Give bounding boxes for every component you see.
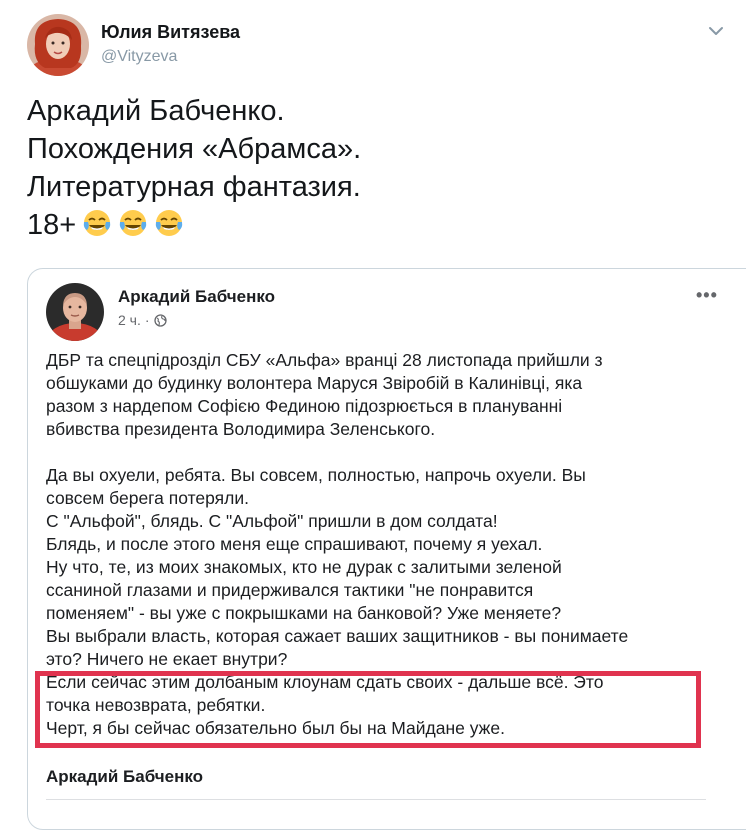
meta-separator: ·: [144, 312, 150, 328]
post-line: вбивства президента Володимира Зеленсько…: [46, 419, 436, 439]
quoted-footer-author[interactable]: Аркадий Бабченко: [46, 767, 203, 787]
post-line: совсем берега потеряли.: [46, 488, 250, 508]
post-line: обшуками до будинку волонтера Маруся Зві…: [46, 373, 583, 393]
quoted-author-name[interactable]: Аркадий Бабченко: [118, 287, 275, 307]
tweet-text-line: Похождения «Абрамса».: [27, 133, 362, 165]
tweet-text: Аркадий Бабченко. Похождения «Абрамса». …: [27, 92, 717, 244]
post-meta: 2 ч. ·: [118, 312, 167, 328]
post-line: это? Ничего не екает внутри?: [46, 649, 288, 669]
post-line: Ну что, те, из моих знакомых, кто не дур…: [46, 557, 562, 577]
tweet-header: Юлия Витязева @Vityzeva: [27, 14, 727, 76]
avatar-photo-icon: [27, 14, 89, 76]
chevron-down-icon[interactable]: [705, 20, 727, 42]
globe-icon: [153, 313, 167, 327]
user-avatar[interactable]: [27, 14, 89, 76]
author-handle[interactable]: @Vityzeva: [101, 48, 177, 66]
tweet-text-line-with-emoji: 18+: [27, 206, 717, 244]
divider: [46, 799, 706, 800]
avatar-photo-icon: [46, 283, 104, 341]
highlight-annotation-box: [35, 671, 701, 748]
face-with-tears-of-joy-icon: [120, 210, 147, 236]
post-line: Блядь, и после этого меня еще спрашивают…: [46, 534, 543, 554]
post-line: Вы выбрали власть, которая сажает ваших …: [46, 626, 629, 646]
post-line: С "Альфой", блядь. С "Альфой" пришли в д…: [46, 511, 498, 531]
quoted-author-avatar[interactable]: [46, 283, 104, 341]
post-line: ДБР та спецпідрозділ СБУ «Альфа» вранці …: [46, 350, 603, 370]
face-with-tears-of-joy-icon: [84, 210, 111, 236]
tweet-text-line: Литературная фантазия.: [27, 171, 361, 203]
post-time[interactable]: 2 ч.: [118, 312, 141, 328]
tweet-text-line: Аркадий Бабченко.: [27, 95, 285, 127]
more-horizontal-icon[interactable]: •••: [696, 285, 718, 306]
post-line: Да вы охуели, ребята. Вы совсем, полност…: [46, 465, 586, 485]
post-line: разом з нардепом Софією Фединою підозрює…: [46, 396, 563, 416]
author-name[interactable]: Юлия Витязева: [101, 22, 240, 43]
post-line: поменяем" - вы уже с покрышками на банко…: [46, 603, 562, 623]
age-rating: 18+: [27, 209, 77, 241]
post-line: ссаниной глазами и придерживался тактики…: [46, 580, 534, 600]
face-with-tears-of-joy-icon: [156, 210, 183, 236]
